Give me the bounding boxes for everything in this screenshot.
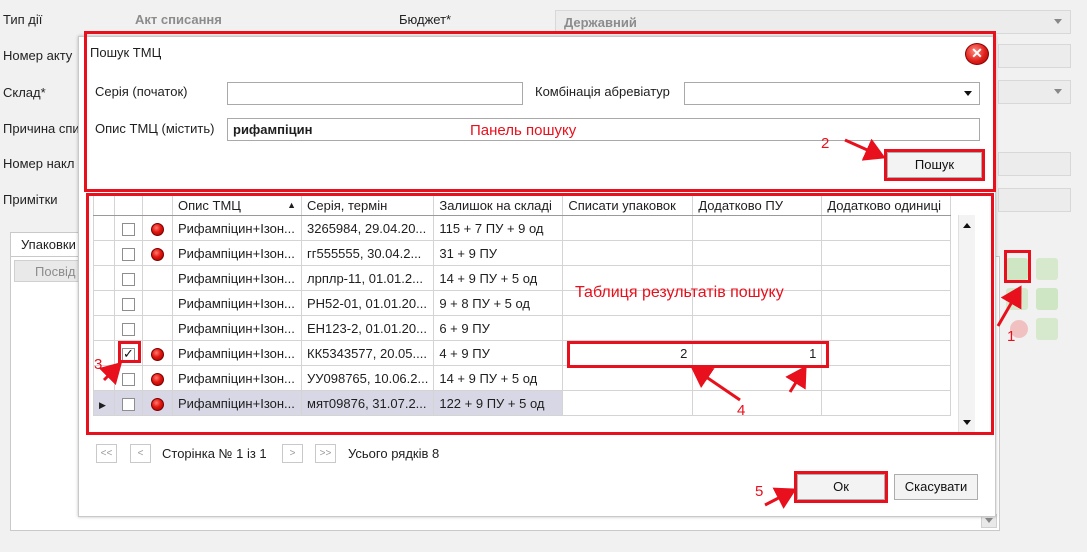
packages-grid-header: Посвід	[14, 260, 80, 282]
copy-icon[interactable]	[1006, 288, 1028, 310]
notes-label: Примітки	[3, 192, 58, 207]
act-number-label: Номер акту	[3, 48, 73, 63]
budget-label: Бюджет*	[399, 12, 452, 27]
annotation-box-search-panel	[84, 31, 996, 192]
tab-packages-label: Упаковки	[21, 237, 76, 252]
next-page-button[interactable]: >	[282, 444, 303, 463]
type-value: Акт списання	[135, 12, 222, 27]
row-count: Усього рядків 8	[348, 446, 440, 461]
reason-label: Причина спи	[3, 121, 80, 136]
flag-icon[interactable]	[1036, 318, 1058, 340]
last-page-button[interactable]: >>	[315, 444, 336, 463]
annotation-number-4: 4	[737, 402, 746, 419]
annotation-number-1: 1	[1007, 328, 1016, 345]
budget-value: Державний	[564, 15, 637, 30]
invoice-number-label: Номер накл	[3, 156, 75, 171]
annotation-box-add-icon	[1004, 250, 1031, 283]
annotation-box-ok-button	[794, 471, 888, 503]
annotation-box-inputs	[567, 341, 829, 368]
type-label: Тип дії	[3, 12, 43, 27]
column-label: Посвід	[35, 264, 76, 279]
warehouse-label: Склад*	[3, 85, 46, 100]
annotation-box-checkbox	[118, 341, 141, 363]
invoice-number-field[interactable]	[998, 152, 1071, 176]
annotation-box-search-button	[884, 149, 985, 181]
move-icon[interactable]	[1036, 288, 1058, 310]
chevron-down-icon	[1054, 89, 1062, 94]
edit-icon[interactable]	[1036, 258, 1058, 280]
annotation-number-2: 2	[821, 135, 830, 152]
annotation-box-results-table	[86, 193, 994, 435]
warehouse-select[interactable]	[998, 80, 1071, 104]
first-page-button[interactable]: <<	[96, 444, 117, 463]
tab-packages[interactable]: Упаковки	[10, 232, 80, 256]
prev-page-button[interactable]: <	[130, 444, 151, 463]
page-indicator: Сторінка № 1 із 1	[162, 446, 267, 461]
cancel-button[interactable]: Скасувати	[894, 474, 978, 500]
notes-field[interactable]	[998, 188, 1071, 212]
chevron-down-icon	[985, 518, 993, 523]
annotation-number-5: 5	[755, 483, 764, 500]
act-number-field[interactable]	[998, 44, 1071, 68]
annotation-number-3: 3	[94, 356, 103, 373]
chevron-down-icon	[1054, 19, 1062, 24]
